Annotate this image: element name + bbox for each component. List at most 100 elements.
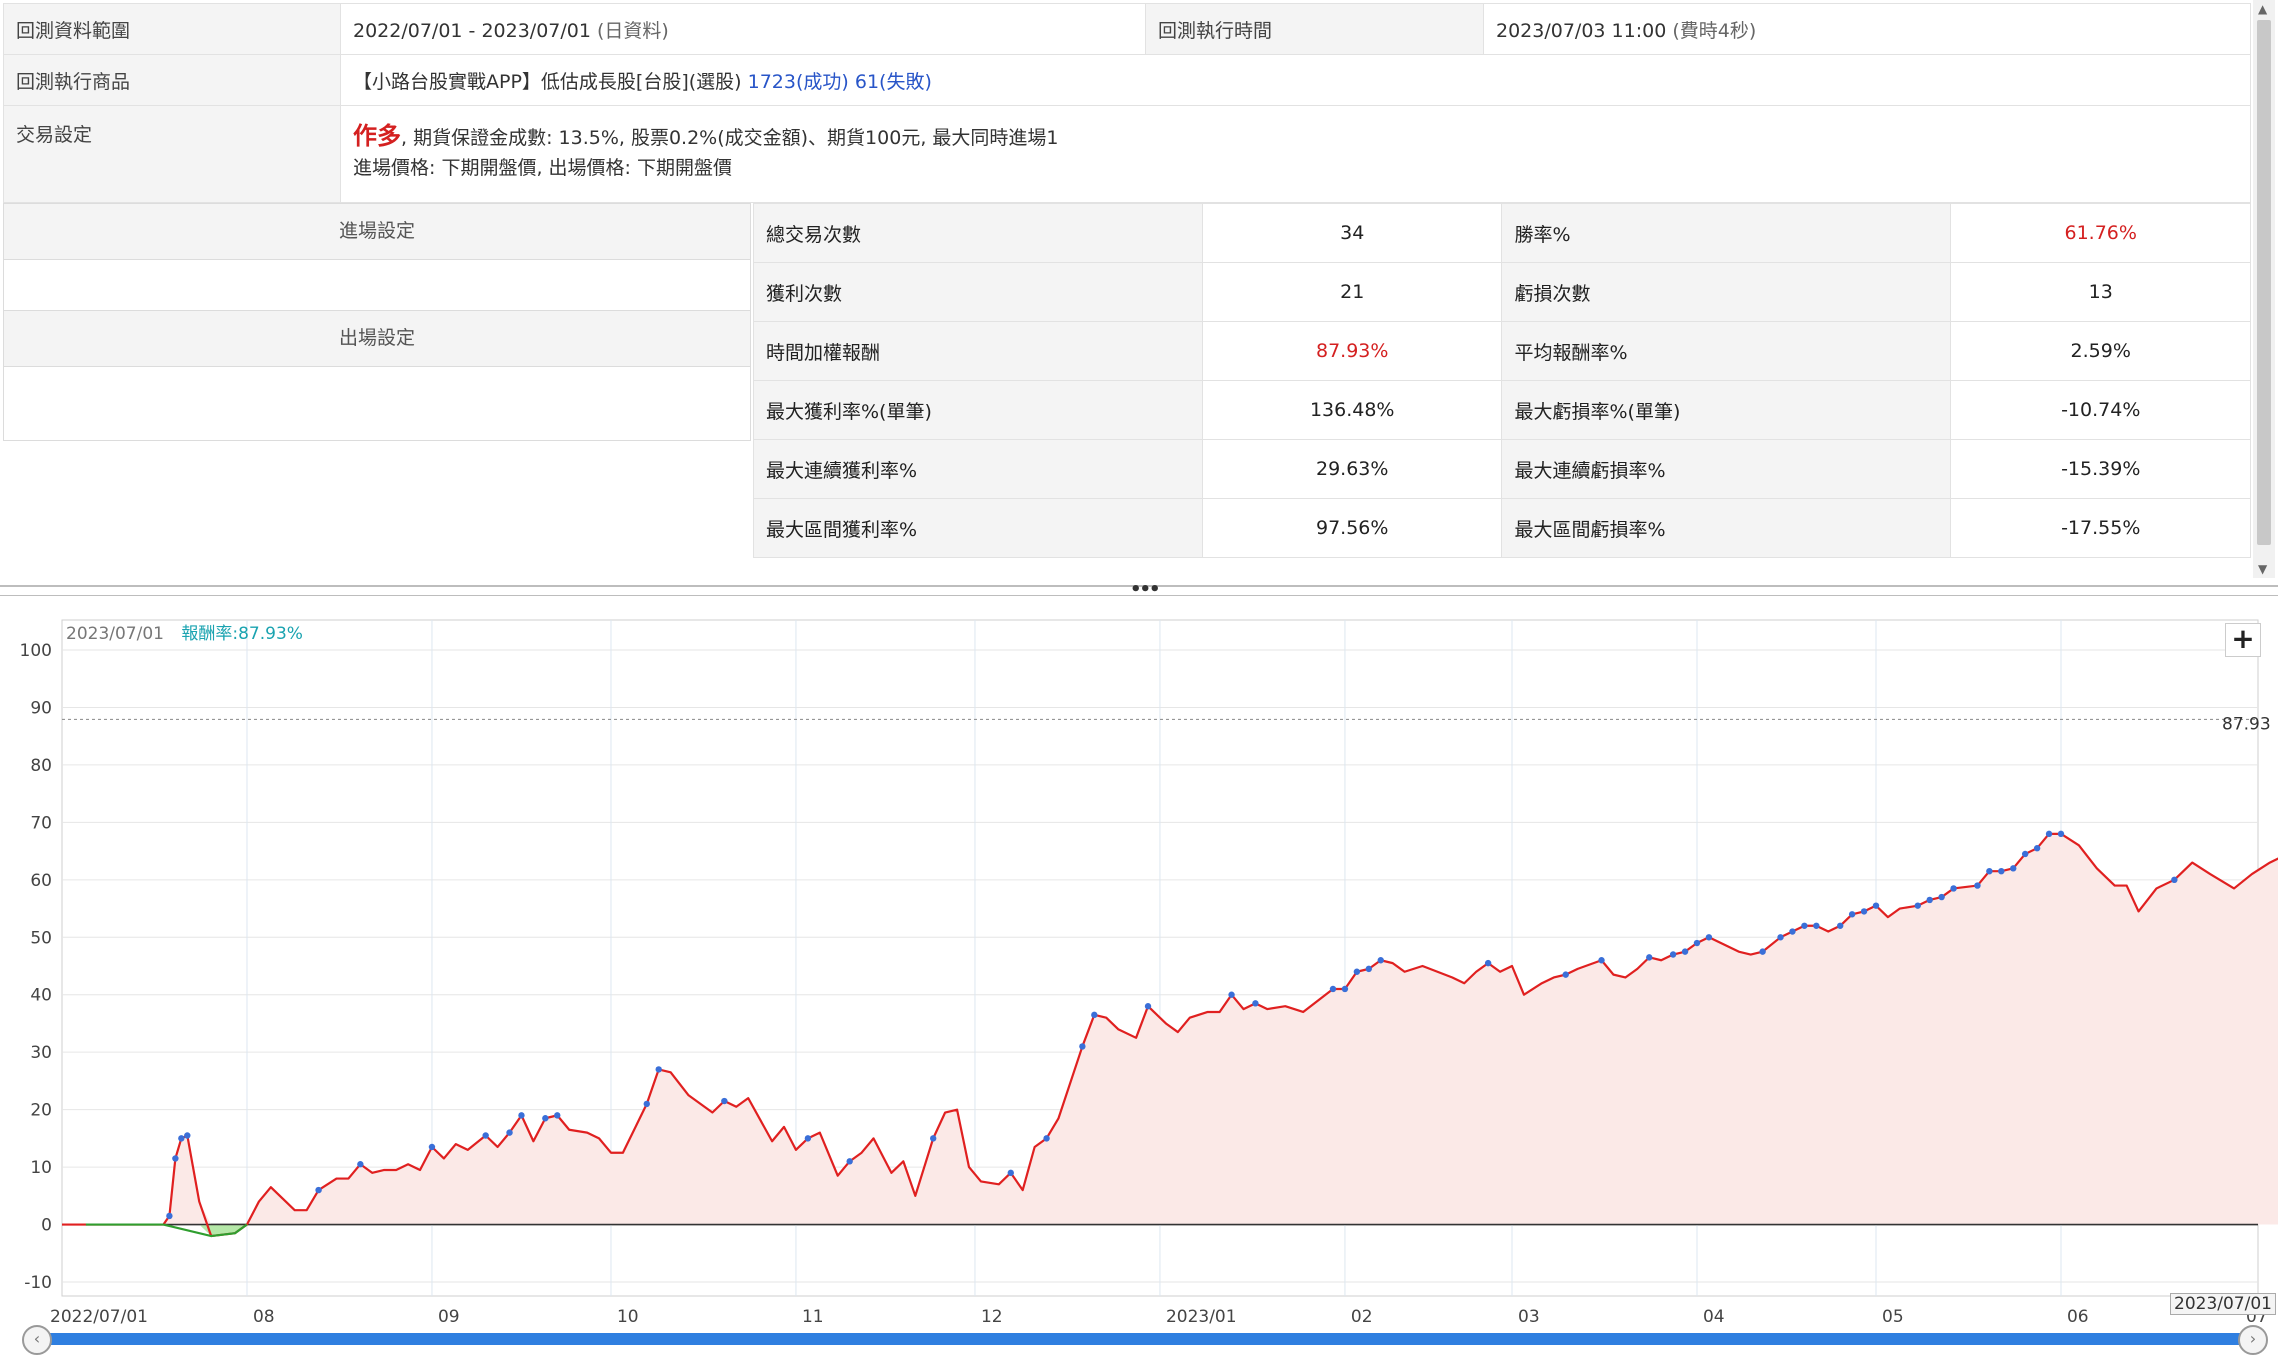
stats-row: 總交易次數 34 勝率% 61.76% xyxy=(753,203,2251,263)
tooltip-date: 2023/07/01 xyxy=(66,624,164,644)
panel-splitter[interactable]: ••• xyxy=(0,579,2278,600)
trade-marker xyxy=(1365,965,1373,973)
trade-marker xyxy=(172,1155,179,1162)
y-tick-label: 50 xyxy=(30,928,52,948)
x-tick-label: 08 xyxy=(253,1307,275,1327)
trade-marker xyxy=(1986,868,1993,875)
vertical-scrollbar[interactable]: ▲ ▼ xyxy=(2253,0,2275,578)
x-tick-label: 04 xyxy=(1703,1307,1725,1327)
settings-panel: 進場設定 出場設定 xyxy=(3,203,751,441)
y-tick-label: 40 xyxy=(30,986,52,1006)
x-tick-label: 2022/07/01 xyxy=(50,1307,148,1327)
trade-marker xyxy=(1598,957,1605,964)
trade-marker xyxy=(930,1135,937,1142)
product-value: 【小路台股實戰APP】低估成長股[台股](選股) xyxy=(353,70,742,93)
trade-marker xyxy=(1974,882,1981,889)
trade-marker xyxy=(1043,1135,1050,1142)
fail-count-link[interactable]: 61(失敗) xyxy=(855,71,932,93)
y-tick-label: 100 xyxy=(20,641,52,661)
entry-settings-body xyxy=(4,260,750,311)
trade-marker xyxy=(643,1100,650,1108)
trade-marker xyxy=(1938,893,1945,901)
x-tick-label: 2023/01 xyxy=(1166,1307,1237,1327)
entry-settings-header: 進場設定 xyxy=(4,204,750,260)
return-chart: 1009080706050403020100-102022/07/01 08 09 1… xyxy=(20,619,2278,1327)
stat-label: 虧損次數 xyxy=(1501,262,1952,322)
y-tick-label: 10 xyxy=(30,1158,52,1178)
trade-marker xyxy=(1813,922,1820,929)
trade-marker xyxy=(1837,922,1844,929)
stat-value: 97.56% xyxy=(1201,498,1503,558)
trade-marker xyxy=(846,1158,853,1165)
y-tick-label: 80 xyxy=(30,756,52,776)
zoom-in-button[interactable]: + xyxy=(2225,623,2261,657)
last-value-label: 87.93 xyxy=(2222,714,2271,734)
trade-marker xyxy=(1144,1003,1152,1010)
stat-value: 136.48% xyxy=(1201,380,1503,440)
trade-marker xyxy=(1669,951,1677,958)
trade-marker xyxy=(1926,896,1933,904)
trade-marker xyxy=(1759,948,1766,955)
x-tick-label: 06 xyxy=(2067,1307,2089,1327)
range-value: 2022/07/01 - 2023/07/01 xyxy=(353,19,591,42)
stat-label: 平均報酬率% xyxy=(1501,321,1952,381)
trade-marker xyxy=(1914,902,1921,909)
stat-label: 最大連續虧損率% xyxy=(1501,439,1952,499)
x-tick-label: 10 xyxy=(617,1307,639,1327)
stat-label: 最大虧損率%(單筆) xyxy=(1501,380,1952,440)
trade-marker xyxy=(554,1112,561,1119)
success-count-link[interactable]: 1723(成功) xyxy=(748,71,849,93)
drag-handle-icon[interactable]: ••• xyxy=(1130,579,1160,600)
x-tick-label: 03 xyxy=(1518,1307,1540,1327)
trade-marker xyxy=(482,1132,489,1139)
stat-label: 時間加權報酬 xyxy=(753,321,1203,381)
trade-marker xyxy=(2171,876,2178,884)
trade-marker xyxy=(1693,939,1701,947)
trade-marker xyxy=(1705,934,1713,941)
trade-marker xyxy=(1681,948,1689,955)
exec-time-value: 2023/07/03 11:00 xyxy=(1496,19,1667,42)
trade-marker xyxy=(2045,830,2053,838)
trade-marker xyxy=(1950,885,1957,892)
trade-marker xyxy=(721,1097,728,1105)
trade-marker xyxy=(2057,830,2065,838)
trade-marker xyxy=(1091,1011,1098,1019)
y-tick-label: 0 xyxy=(41,1216,52,1236)
x-tick-label: 02 xyxy=(1351,1307,1373,1327)
x-tick-label: 09 xyxy=(438,1307,460,1327)
scroll-up-icon[interactable]: ▲ xyxy=(2258,2,2267,16)
stat-value: -10.74% xyxy=(1950,380,2251,440)
stat-value: 34 xyxy=(1201,203,1503,263)
trade-line-2: 進場價格: 下期開盤價, 出場價格: 下期開盤價 xyxy=(353,157,732,179)
trade-marker xyxy=(804,1135,812,1142)
trade-marker xyxy=(1801,922,1808,929)
trade-marker xyxy=(184,1132,191,1139)
trade-marker xyxy=(1228,991,1235,998)
stat-label: 獲利次數 xyxy=(753,262,1203,322)
trade-marker xyxy=(315,1186,322,1194)
trade-marker xyxy=(428,1143,436,1151)
trade-marker xyxy=(1353,968,1361,975)
stats-row: 最大獲利率%(單筆) 136.48% 最大虧損率%(單筆) -10.74% xyxy=(753,380,2251,440)
scroll-down-icon[interactable]: ▼ xyxy=(2258,562,2267,576)
stat-value: -17.55% xyxy=(1950,498,2251,558)
trade-marker xyxy=(2021,850,2029,858)
trade-marker xyxy=(357,1161,364,1168)
chart-tooltip: 2023/07/01 報酬率:87.93% xyxy=(66,619,303,644)
y-tick-label: 20 xyxy=(30,1101,52,1121)
trade-marker xyxy=(1377,957,1384,964)
y-tick-label: 30 xyxy=(30,1043,52,1063)
range-suffix: (日資料) xyxy=(597,19,669,42)
stats-table: 總交易次數 34 勝率% 61.76% 獲利次數 21 虧損次數 13 時間加權報酬 87.93%… xyxy=(753,203,2251,558)
stat-label: 最大區間獲利率% xyxy=(753,498,1203,558)
trade-mode: 作多 xyxy=(353,122,401,150)
stat-label: 最大連續獲利率% xyxy=(753,439,1203,499)
stat-value: 2.59% xyxy=(1950,321,2251,381)
stats-row: 最大連續獲利率% 29.63% 最大連續虧損率% -15.39% xyxy=(753,439,2251,499)
exit-settings-header: 出場設定 xyxy=(4,311,750,367)
exec-time-label: 回測執行時間 xyxy=(1145,3,1484,55)
trade-marker xyxy=(178,1135,185,1142)
scrollbar-thumb[interactable] xyxy=(2257,20,2271,545)
navigator-range-bar[interactable] xyxy=(40,1333,2250,1345)
y-tick-label: 90 xyxy=(30,698,52,718)
